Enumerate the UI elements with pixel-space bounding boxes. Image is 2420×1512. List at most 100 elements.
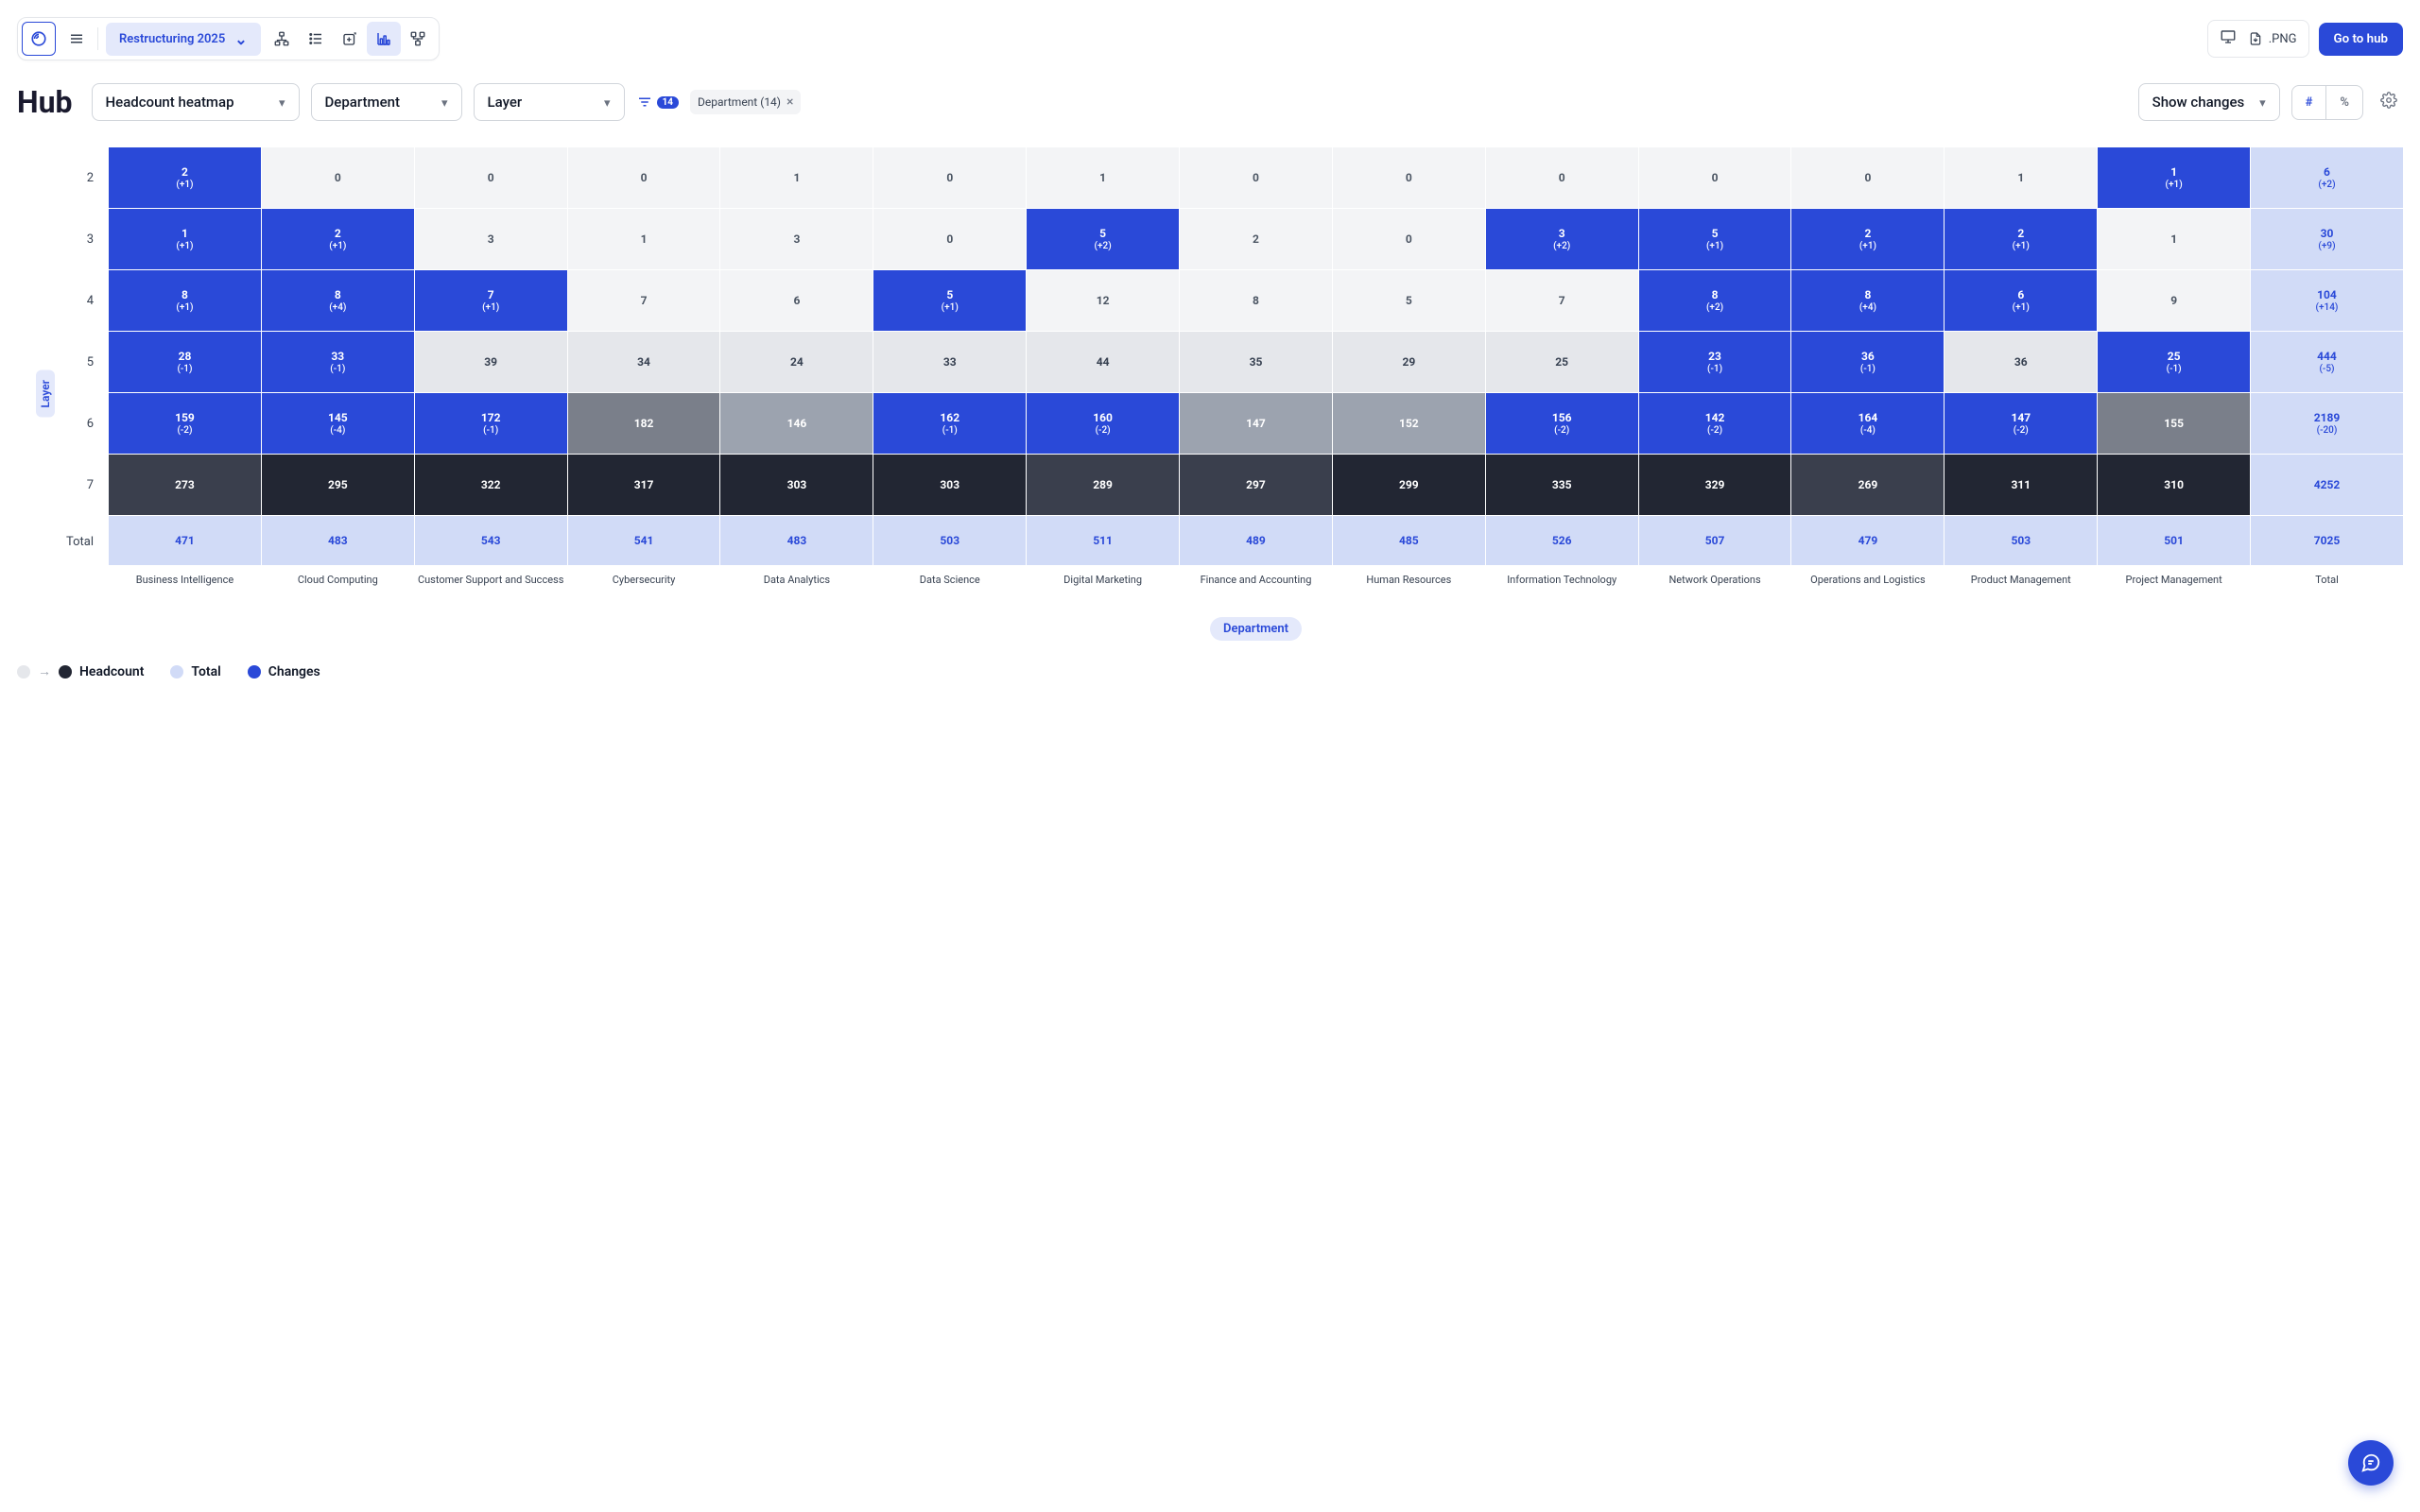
- heatmap-cell[interactable]: 8: [1180, 270, 1332, 331]
- heatmap-cell[interactable]: 0: [568, 147, 720, 208]
- heatmap-cell[interactable]: 28(-1): [109, 332, 261, 392]
- heatmap-cell[interactable]: 317: [568, 455, 720, 515]
- heatmap-cell[interactable]: 329: [1639, 455, 1791, 515]
- heatmap-row-total[interactable]: 104(+14): [2251, 270, 2403, 331]
- heatmap-cell[interactable]: 0: [1180, 147, 1332, 208]
- heatmap-cell[interactable]: 8(+4): [1791, 270, 1944, 331]
- heatmap-cell[interactable]: 147(-2): [1945, 393, 2097, 454]
- heatmap-cell[interactable]: 2: [1180, 209, 1332, 269]
- heatmap-cell[interactable]: 1: [720, 147, 873, 208]
- heatmap-cell[interactable]: 145(-4): [262, 393, 414, 454]
- chart-icon[interactable]: [367, 22, 401, 56]
- heatmap-row-total[interactable]: 6(+2): [2251, 147, 2403, 208]
- heatmap-cell[interactable]: 322: [415, 455, 567, 515]
- heatmap-cell[interactable]: 159(-2): [109, 393, 261, 454]
- heatmap-cell[interactable]: 8(+2): [1639, 270, 1791, 331]
- heatmap-cell[interactable]: 0: [1333, 209, 1485, 269]
- show-changes-select[interactable]: Show changes: [2138, 83, 2280, 121]
- heatmap-cell[interactable]: 303: [720, 455, 873, 515]
- heatmap-col-total[interactable]: 483: [262, 516, 414, 565]
- heatmap-cell[interactable]: 1: [2098, 209, 2250, 269]
- heatmap-cell[interactable]: 12: [1027, 270, 1179, 331]
- toggle-percent[interactable]: %: [2326, 86, 2362, 119]
- heatmap-cell[interactable]: 2(+1): [1945, 209, 2097, 269]
- heatmap-cell[interactable]: 2(+1): [109, 147, 261, 208]
- heatmap-cell[interactable]: 303: [873, 455, 1026, 515]
- heatmap-cell[interactable]: 310: [2098, 455, 2250, 515]
- heatmap-cell[interactable]: 6(+1): [1945, 270, 2097, 331]
- scenario-selector[interactable]: Restructuring 2025: [106, 23, 261, 56]
- heatmap-cell[interactable]: 297: [1180, 455, 1332, 515]
- heatmap-row-total[interactable]: 444(-5): [2251, 332, 2403, 392]
- add-card-icon[interactable]: [333, 22, 367, 56]
- presentation-icon[interactable]: [2220, 28, 2237, 49]
- heatmap-row-total[interactable]: 4252: [2251, 455, 2403, 515]
- heatmap-cell[interactable]: 0: [415, 147, 567, 208]
- heatmap-cell[interactable]: 1: [1027, 147, 1179, 208]
- heatmap-cell[interactable]: 299: [1333, 455, 1485, 515]
- heatmap-cell[interactable]: 39: [415, 332, 567, 392]
- heatmap-col-total[interactable]: 483: [720, 516, 873, 565]
- heatmap-cell[interactable]: 182: [568, 393, 720, 454]
- chat-fab[interactable]: [2348, 1440, 2394, 1486]
- heatmap-cell[interactable]: 142(-2): [1639, 393, 1791, 454]
- heatmap-cell[interactable]: 0: [1791, 147, 1944, 208]
- heatmap-cell[interactable]: 5(+2): [1027, 209, 1179, 269]
- heatmap-cell[interactable]: 7(+1): [415, 270, 567, 331]
- heatmap-cell[interactable]: 1: [568, 209, 720, 269]
- heatmap-col-total[interactable]: 511: [1027, 516, 1179, 565]
- app-logo-button[interactable]: [22, 22, 56, 56]
- heatmap-cell[interactable]: 3: [415, 209, 567, 269]
- heatmap-cell[interactable]: 8(+4): [262, 270, 414, 331]
- heatmap-cell[interactable]: 269: [1791, 455, 1944, 515]
- heatmap-cell[interactable]: 0: [1639, 147, 1791, 208]
- dimension-1-select[interactable]: Department: [311, 83, 462, 121]
- close-icon[interactable]: ×: [786, 94, 793, 110]
- heatmap-cell[interactable]: 155: [2098, 393, 2250, 454]
- dimension-2-select[interactable]: Layer: [474, 83, 625, 121]
- toggle-absolute[interactable]: #: [2292, 86, 2327, 119]
- heatmap-cell[interactable]: 156(-2): [1486, 393, 1638, 454]
- heatmap-cell[interactable]: 34: [568, 332, 720, 392]
- filter-button[interactable]: 14: [636, 94, 679, 111]
- view-select[interactable]: Headcount heatmap: [92, 83, 300, 121]
- go-to-hub-button[interactable]: Go to hub: [2319, 23, 2403, 56]
- heatmap-cell[interactable]: 36(-1): [1791, 332, 1944, 392]
- heatmap-cell[interactable]: 23(-1): [1639, 332, 1791, 392]
- heatmap-cell[interactable]: 25(-1): [2098, 332, 2250, 392]
- heatmap-cell[interactable]: 3: [720, 209, 873, 269]
- list-icon[interactable]: [299, 22, 333, 56]
- heatmap-cell[interactable]: 7: [1486, 270, 1638, 331]
- heatmap-col-total[interactable]: 489: [1180, 516, 1332, 565]
- heatmap-row-total[interactable]: 30(+9): [2251, 209, 2403, 269]
- heatmap-col-total[interactable]: 543: [415, 516, 567, 565]
- heatmap-cell[interactable]: 5(+1): [873, 270, 1026, 331]
- heatmap-cell[interactable]: 0: [873, 209, 1026, 269]
- heatmap-cell[interactable]: 147: [1180, 393, 1332, 454]
- heatmap-cell[interactable]: 0: [1486, 147, 1638, 208]
- heatmap-cell[interactable]: 1(+1): [109, 209, 261, 269]
- heatmap-cell[interactable]: 289: [1027, 455, 1179, 515]
- heatmap-cell[interactable]: 0: [873, 147, 1026, 208]
- heatmap-col-total[interactable]: 503: [873, 516, 1026, 565]
- heatmap-cell[interactable]: 2(+1): [1791, 209, 1944, 269]
- heatmap-cell[interactable]: 33(-1): [262, 332, 414, 392]
- heatmap-cell[interactable]: 172(-1): [415, 393, 567, 454]
- heatmap-cell[interactable]: 152: [1333, 393, 1485, 454]
- heatmap-cell[interactable]: 44: [1027, 332, 1179, 392]
- download-png-button[interactable]: .PNG: [2248, 31, 2297, 46]
- menu-icon[interactable]: [60, 22, 94, 56]
- heatmap-cell[interactable]: 24: [720, 332, 873, 392]
- heatmap-cell[interactable]: 164(-4): [1791, 393, 1944, 454]
- heatmap-cell[interactable]: 295: [262, 455, 414, 515]
- heatmap-cell[interactable]: 0: [262, 147, 414, 208]
- heatmap-col-total[interactable]: 526: [1486, 516, 1638, 565]
- heatmap-col-total[interactable]: 503: [1945, 516, 2097, 565]
- heatmap-col-total[interactable]: 485: [1333, 516, 1485, 565]
- heatmap-cell[interactable]: 5(+1): [1639, 209, 1791, 269]
- heatmap-row-total[interactable]: 2189(-20): [2251, 393, 2403, 454]
- heatmap-col-total[interactable]: 471: [109, 516, 261, 565]
- heatmap-cell[interactable]: 7: [568, 270, 720, 331]
- heatmap-cell[interactable]: 160(-2): [1027, 393, 1179, 454]
- heatmap-col-total[interactable]: 507: [1639, 516, 1791, 565]
